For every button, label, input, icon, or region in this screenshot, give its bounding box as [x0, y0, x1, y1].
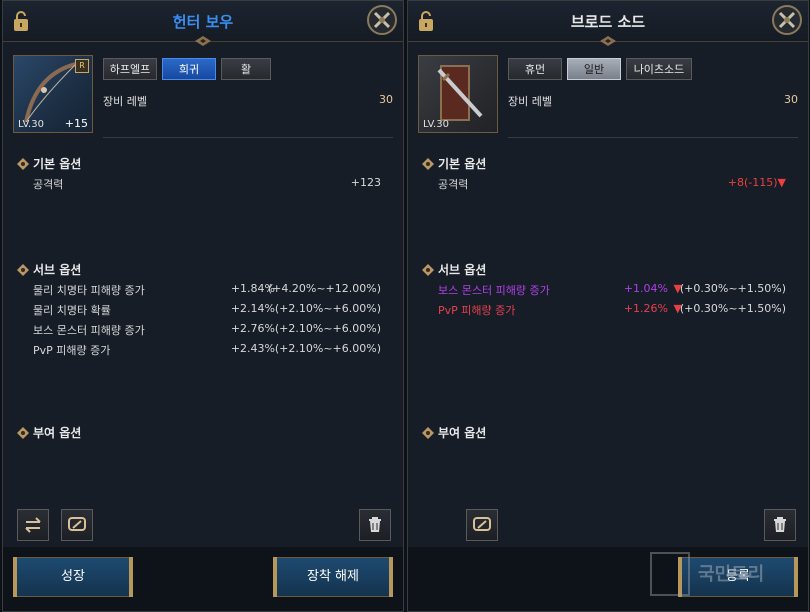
grow-button[interactable]: 성장 [13, 557, 133, 597]
right-item-panel: 브로드 소드 LV.30 휴먼 일반 나이츠소드 장비 레벨 30 기본 옵션 … [407, 0, 809, 612]
item-slot[interactable]: LV.30 [418, 55, 498, 133]
watermark-logo-icon [650, 552, 690, 596]
sub-option-row: PvP 피해량 증가 +1.26% ▼ (+0.30%~+1.50%) [438, 302, 786, 317]
left-header: 헌터 보우 [3, 1, 403, 46]
grant-options-heading: 부여 옵션 [17, 424, 81, 441]
unequip-button[interactable]: 장착 해제 [273, 557, 393, 597]
option-diamond-icon [17, 158, 29, 170]
decrease-arrow-icon: ▼ [777, 176, 786, 189]
delete-button[interactable] [359, 509, 391, 541]
item-title: 브로드 소드 [570, 13, 646, 31]
sub-option-row: 보스 몬스터 피해량 증가 +1.04% ▼ (+0.30%~+1.50%) [438, 282, 786, 297]
header-ornament-icon [195, 36, 211, 46]
divider [103, 137, 393, 138]
base-options-heading: 기본 옵션 [17, 155, 81, 172]
option-diamond-icon [17, 264, 29, 276]
sub-options-heading: 서브 옵션 [17, 261, 81, 278]
base-option-value: +8(-115) [727, 176, 778, 189]
tag-type: 나이츠소드 [626, 58, 692, 80]
equip-level-label: 장비 레벨 [508, 95, 552, 108]
base-option-row: 공격력 +8(-115)▼ [438, 176, 786, 191]
close-button[interactable] [772, 5, 802, 35]
base-options-heading: 기본 옵션 [422, 155, 486, 172]
watermark: 국민트리 [650, 550, 800, 600]
item-level: LV.30 [18, 119, 44, 130]
close-button[interactable] [367, 5, 397, 35]
swap-button[interactable] [17, 509, 49, 541]
equip-level-value: 30 [379, 93, 393, 106]
option-diamond-icon [422, 158, 434, 170]
item-title: 헌터 보우 [172, 13, 234, 31]
trash-icon [774, 517, 786, 532]
grant-options-heading: 부여 옵션 [422, 424, 486, 441]
divider [508, 137, 798, 138]
option-diamond-icon [422, 264, 434, 276]
left-item-panel: 헌터 보우 R LV.30 +15 하프엘프 희귀 활 장비 레벨 30 기본 … [2, 0, 404, 612]
equip-level-label: 장비 레벨 [103, 95, 147, 108]
sub-option-row: PvP 피해량 증가 +2.43% (+2.10%~+6.00%) [33, 342, 381, 357]
tag-grade: 일반 [567, 58, 621, 80]
right-header: 브로드 소드 [408, 1, 808, 46]
delete-button[interactable] [764, 509, 796, 541]
link-icon [473, 517, 491, 531]
tag-grade: 희귀 [162, 58, 216, 80]
swap-icon [25, 517, 41, 533]
base-option-row: 공격력 +123 [33, 176, 381, 191]
tag-race: 휴먼 [508, 58, 562, 80]
tag-race: 하프엘프 [103, 58, 157, 80]
item-level: LV.30 [423, 119, 449, 130]
bottom-bar: 성장 장착 해제 [3, 547, 403, 611]
item-enhance: +15 [64, 117, 88, 130]
sub-options-heading: 서브 옵션 [422, 261, 486, 278]
watermark-text: 국민트리 [698, 564, 765, 585]
trash-icon [369, 517, 381, 532]
link-icon [68, 517, 86, 531]
link-button[interactable] [61, 509, 93, 541]
close-icon [373, 11, 391, 29]
sub-option-row: 물리 치명타 피해량 증가 +1.84% (+4.20%~+12.00%) [33, 282, 381, 297]
tag-type: 활 [221, 58, 271, 80]
link-button[interactable] [466, 509, 498, 541]
option-diamond-icon [422, 427, 434, 439]
option-diamond-icon [17, 427, 29, 439]
rank-badge: R [75, 59, 89, 73]
header-ornament-icon [600, 36, 616, 46]
sub-option-row: 보스 몬스터 피해량 증가 +2.76% (+2.10%~+6.00%) [33, 322, 381, 337]
close-icon [778, 11, 796, 29]
equip-level-value: 30 [784, 93, 798, 106]
item-slot[interactable]: R LV.30 +15 [13, 55, 93, 133]
sub-option-row: 물리 치명타 확률 +2.14% (+2.10%~+6.00%) [33, 302, 381, 317]
